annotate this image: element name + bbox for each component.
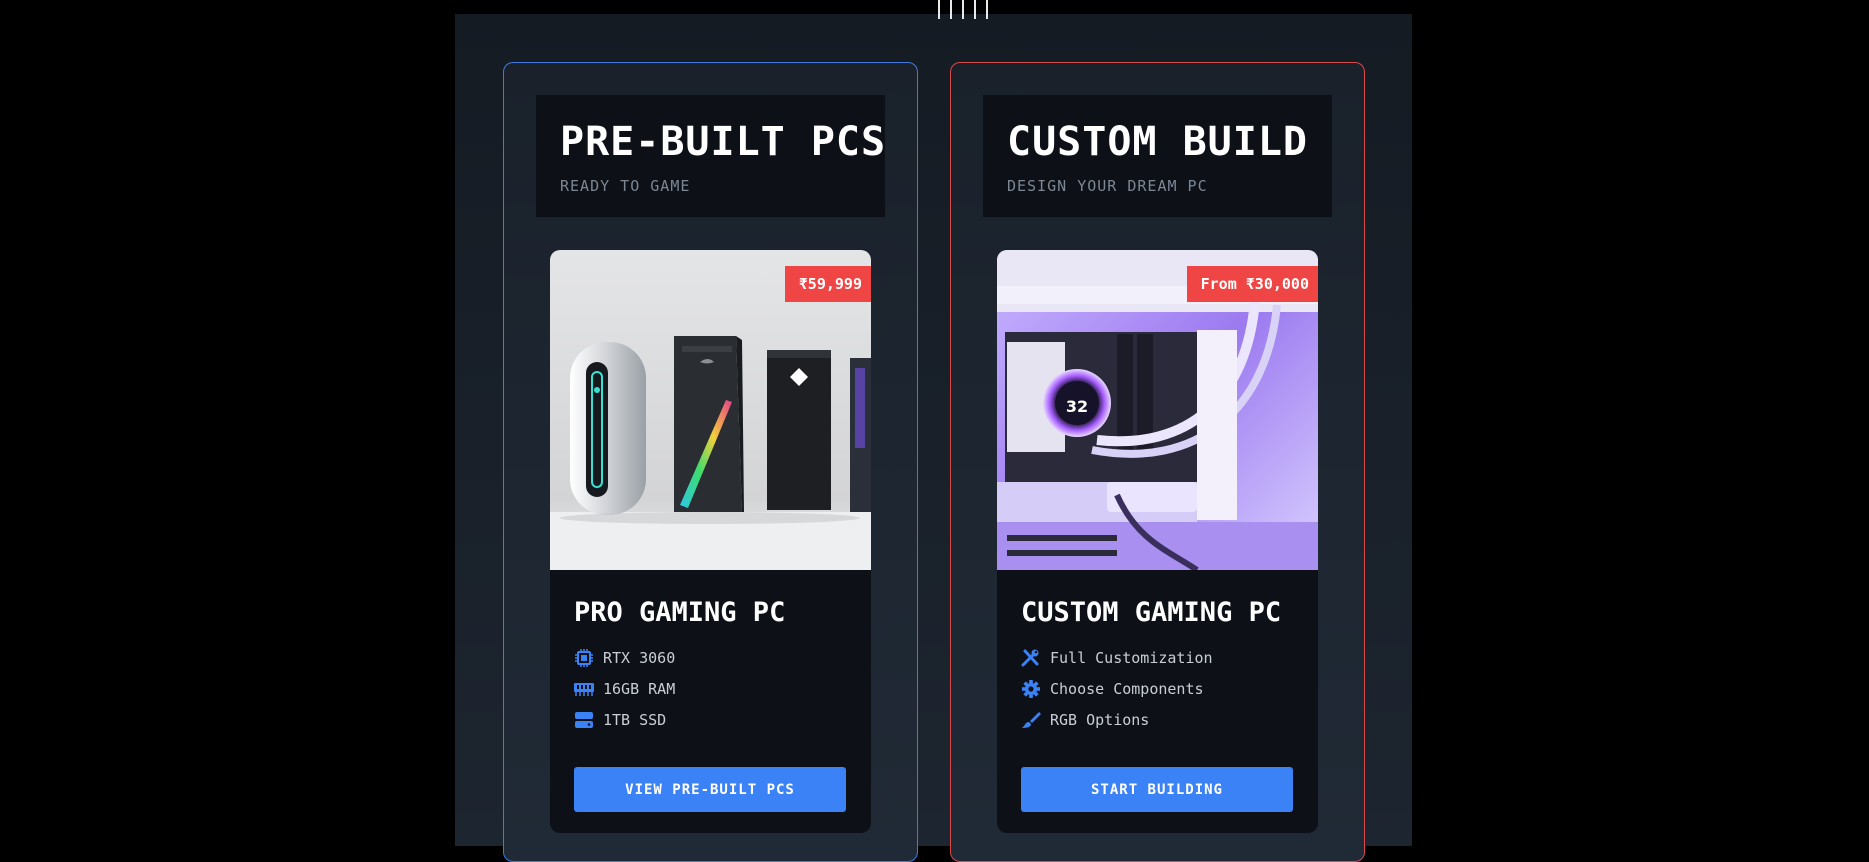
tick-mark bbox=[950, 0, 952, 19]
svg-text:32: 32 bbox=[1066, 397, 1088, 416]
feature-label: 16GB RAM bbox=[603, 680, 676, 698]
tick-mark bbox=[986, 0, 988, 19]
prebuilt-pcs-card: PRE-BUILT PCS READY TO GAME ₹59,999 PRO … bbox=[503, 62, 918, 862]
card-header: PRE-BUILT PCS READY TO GAME bbox=[536, 95, 885, 217]
product-card: ₹59,999 PRO GAMING PC RTX 3060 16GB RAM … bbox=[550, 250, 871, 833]
card-subtitle: READY TO GAME bbox=[560, 177, 691, 195]
feature-label: RTX 3060 bbox=[603, 649, 676, 667]
feature-label: RGB Options bbox=[1050, 711, 1150, 729]
feature-label: Full Customization bbox=[1050, 649, 1213, 667]
card-header: CUSTOM BUILD DESIGN YOUR DREAM PC bbox=[983, 95, 1332, 217]
product-card: 32 From ₹30,000 CUSTOM GAMING PC Full Cu… bbox=[997, 250, 1318, 833]
view-prebuilt-pcs-button[interactable]: VIEW PRE-BUILT PCS bbox=[574, 767, 846, 812]
product-name: PRO GAMING PC bbox=[574, 597, 786, 628]
tools-icon bbox=[1021, 649, 1039, 667]
tick-mark bbox=[962, 0, 964, 19]
feature-label: Choose Components bbox=[1050, 680, 1204, 698]
hard-drive-icon bbox=[575, 712, 593, 728]
start-building-button[interactable]: START BUILDING bbox=[1021, 767, 1293, 812]
feature-label: 1TB SSD bbox=[603, 711, 667, 729]
top-decoration bbox=[938, 0, 988, 19]
card-title: CUSTOM BUILD bbox=[1007, 119, 1308, 165]
paint-brush-icon bbox=[1022, 712, 1041, 728]
tick-mark bbox=[938, 0, 940, 19]
price-badge: From ₹30,000 bbox=[1186, 266, 1318, 302]
card-subtitle: DESIGN YOUR DREAM PC bbox=[1007, 177, 1208, 195]
memory-icon bbox=[574, 683, 594, 696]
custom-build-card: CUSTOM BUILD DESIGN YOUR DREAM PC 32 Fro… bbox=[950, 62, 1365, 862]
tick-mark bbox=[974, 0, 976, 19]
price-badge: ₹59,999 bbox=[784, 266, 871, 302]
cpu-icon bbox=[575, 649, 593, 667]
gear-icon bbox=[1022, 680, 1040, 698]
card-title: PRE-BUILT PCS bbox=[560, 119, 887, 165]
product-name: CUSTOM GAMING PC bbox=[1021, 597, 1282, 628]
